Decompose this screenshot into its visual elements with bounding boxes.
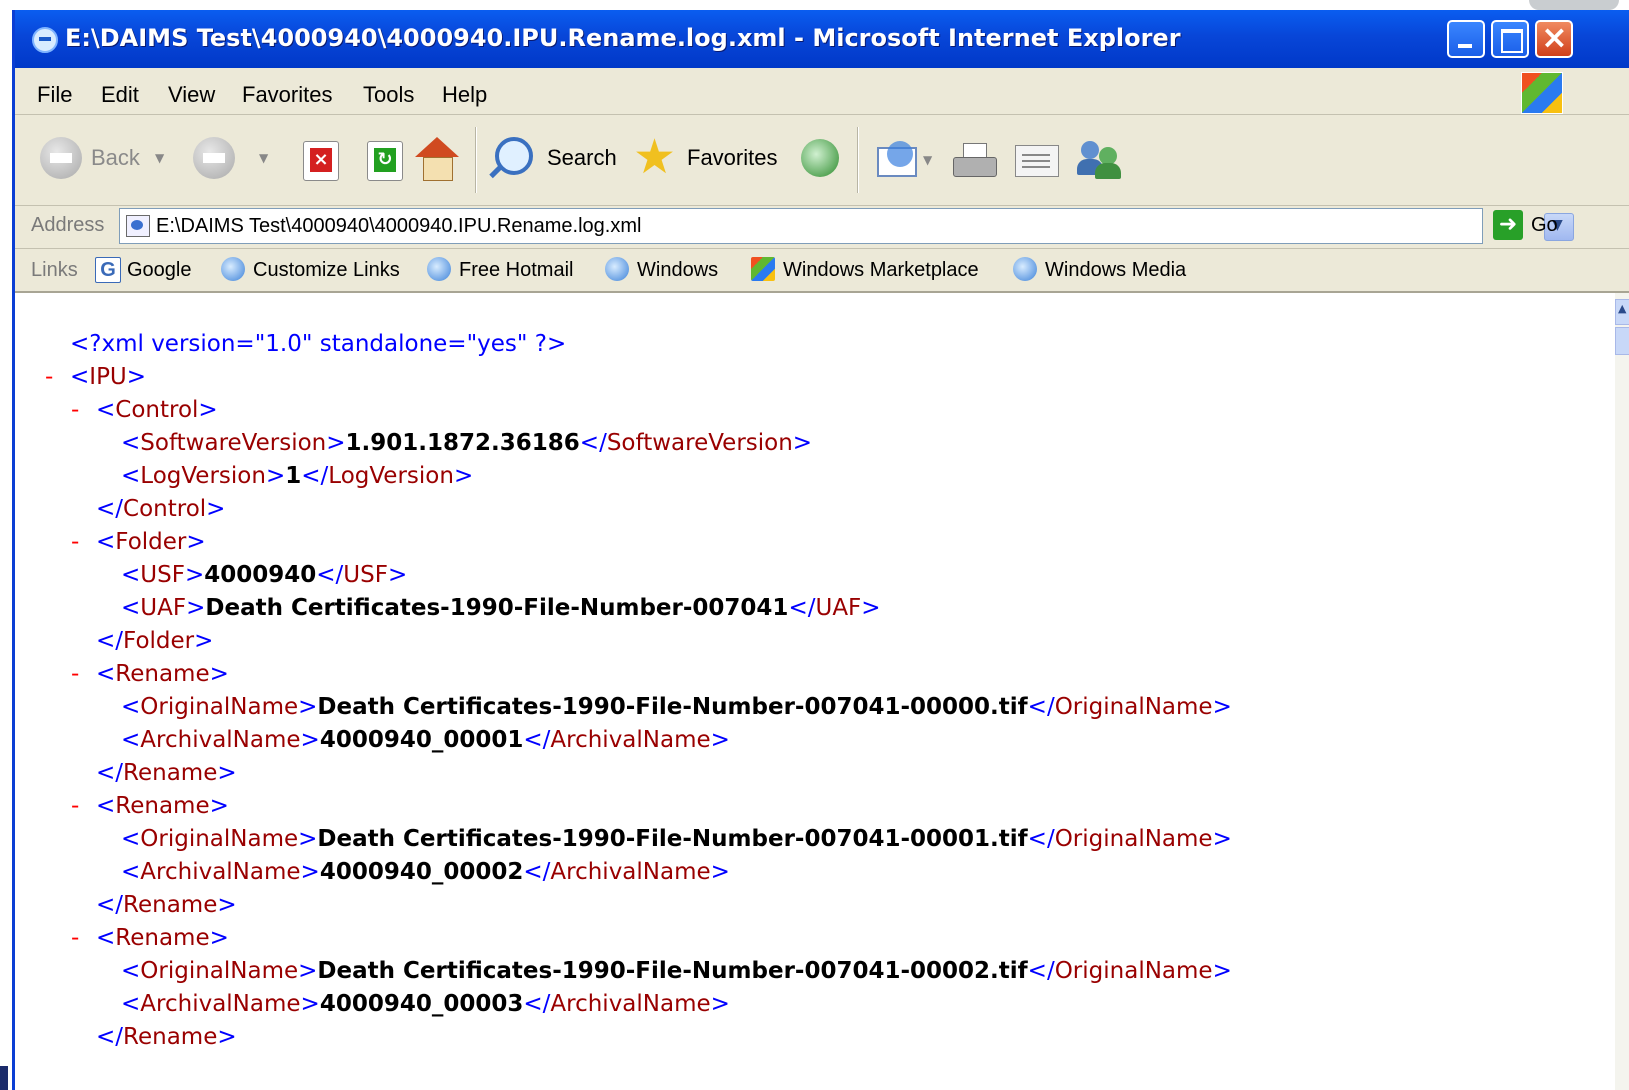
xml-open-control: <Control> — [96, 397, 218, 423]
address-value[interactable]: E:\DAIMS Test\4000940\4000940.IPU.Rename… — [156, 215, 641, 238]
link-label[interactable]: Windows Media — [1045, 259, 1186, 282]
xml-document-view: <?xml version="1.0" standalone="yes" ?> … — [15, 293, 1615, 1090]
go-button-label[interactable]: Go — [1531, 214, 1558, 237]
xml-usf: <USF>4000940</USF> — [121, 562, 408, 588]
collapse-toggle[interactable]: - — [71, 661, 79, 687]
xml-open-rename: <Rename> — [96, 661, 229, 687]
xml-archival-name: <ArchivalName>4000940_00002</ArchivalNam… — [121, 859, 730, 885]
ie-window: E:\DAIMS Test\4000940\4000940.IPU.Rename… — [12, 10, 1629, 1090]
forward-icon[interactable] — [193, 137, 235, 179]
menu-edit[interactable]: Edit — [101, 82, 139, 108]
xml-archival-name: <ArchivalName>4000940_00001</ArchivalNam… — [121, 727, 730, 753]
go-arrow-icon[interactable]: ➜ — [1493, 210, 1523, 240]
vertical-scrollbar[interactable]: ▲ — [1615, 293, 1629, 1090]
xml-original-name: <OriginalName>Death Certificates-1990-Fi… — [121, 958, 1232, 984]
menu-bar: File Edit View Favorites Tools Help — [15, 68, 1629, 115]
xml-close-rename: </Rename> — [96, 892, 237, 918]
slide-footer-mark — [0, 1066, 8, 1090]
maximize-icon — [1501, 29, 1523, 53]
xml-original-name: <OriginalName>Death Certificates-1990-Fi… — [121, 826, 1232, 852]
home-icon[interactable] — [415, 137, 459, 181]
favorites-icon[interactable]: ★ — [633, 129, 676, 185]
collapse-toggle[interactable]: - — [71, 397, 79, 423]
close-icon: × — [1541, 18, 1568, 56]
toolbar-separator — [857, 127, 859, 193]
forward-dropdown-icon[interactable]: ▼ — [259, 151, 268, 165]
ie-page-icon — [605, 257, 629, 281]
discuss-icon[interactable] — [1077, 139, 1127, 179]
address-bar: Address E:\DAIMS Test\4000940\4000940.IP… — [15, 206, 1629, 249]
menu-file[interactable]: File — [37, 82, 72, 108]
back-icon[interactable] — [40, 137, 82, 179]
xml-log-version: <LogVersion>1</LogVersion> — [121, 463, 474, 489]
toolbar-separator — [475, 127, 477, 193]
xml-archival-name: <ArchivalName>4000940_00003</ArchivalNam… — [121, 991, 730, 1017]
menu-favorites[interactable]: Favorites — [242, 82, 332, 108]
xml-uaf: <UAF>Death Certificates-1990-File-Number… — [121, 595, 881, 621]
link-label[interactable]: Customize Links — [253, 259, 400, 282]
links-label: Links — [31, 259, 78, 281]
menu-help[interactable]: Help — [442, 82, 487, 108]
scroll-thumb[interactable] — [1615, 327, 1629, 355]
xml-open-folder: <Folder> — [96, 529, 206, 555]
xml-original-name: <OriginalName>Death Certificates-1990-Fi… — [121, 694, 1232, 720]
close-button[interactable]: × — [1535, 18, 1573, 58]
ie-page-icon — [221, 257, 245, 281]
stop-icon[interactable]: × — [303, 141, 339, 181]
xml-open-ipu: <IPU> — [70, 364, 147, 390]
link-label[interactable]: Windows Marketplace — [783, 259, 979, 282]
chevron-up-icon: ▲ — [1618, 302, 1627, 315]
xml-open-rename: <Rename> — [96, 793, 229, 819]
history-icon[interactable] — [801, 139, 839, 177]
slide-decoration — [1529, 0, 1619, 10]
scroll-up-button[interactable]: ▲ — [1615, 299, 1629, 325]
back-dropdown-icon[interactable]: ▼ — [155, 151, 164, 165]
xml-close-folder: </Folder> — [96, 628, 214, 654]
minimize-icon — [1458, 44, 1472, 48]
xml-open-rename: <Rename> — [96, 925, 229, 951]
ie-page-icon — [427, 257, 451, 281]
xml-declaration: <?xml version="1.0" standalone="yes" ?> — [70, 331, 567, 357]
xml-software-version: <SoftwareVersion>1.901.1872.36186</Softw… — [121, 430, 813, 456]
xml-close-control: </Control> — [96, 496, 226, 522]
maximize-button[interactable] — [1491, 20, 1529, 58]
window-title: E:\DAIMS Test\4000940\4000940.IPU.Rename… — [65, 24, 1181, 52]
collapse-toggle[interactable]: - — [71, 529, 79, 555]
minimize-button[interactable] — [1447, 20, 1485, 58]
links-bar: Links G Google Customize Links Free Hotm… — [15, 249, 1629, 293]
mail-dropdown-icon[interactable]: ▼ — [923, 153, 932, 167]
favorites-button-label[interactable]: Favorites — [687, 145, 777, 171]
link-label[interactable]: Windows — [637, 259, 718, 282]
page-icon — [126, 215, 150, 237]
address-label: Address — [31, 214, 105, 236]
toolbar: Back ▼ ▼ × ↻ Search ★ Favorites ▼ — [15, 115, 1629, 206]
collapse-toggle[interactable]: - — [71, 793, 79, 819]
link-label[interactable]: Google — [127, 259, 192, 282]
title-bar[interactable]: E:\DAIMS Test\4000940\4000940.IPU.Rename… — [15, 10, 1629, 68]
mail-icon[interactable] — [877, 141, 917, 177]
back-button-label[interactable]: Back — [91, 145, 140, 171]
edit-icon[interactable] — [1015, 145, 1059, 177]
address-input[interactable]: E:\DAIMS Test\4000940\4000940.IPU.Rename… — [119, 208, 1574, 244]
print-icon[interactable] — [953, 143, 997, 177]
refresh-icon[interactable]: ↻ — [367, 141, 403, 181]
collapse-toggle[interactable]: - — [45, 364, 53, 390]
windows-logo-icon — [1521, 72, 1563, 114]
menu-tools[interactable]: Tools — [363, 82, 414, 108]
link-label[interactable]: Free Hotmail — [459, 259, 573, 282]
windows-logo-icon — [751, 257, 775, 281]
search-button-label[interactable]: Search — [547, 145, 617, 171]
collapse-toggle[interactable]: - — [71, 925, 79, 951]
xml-close-rename: </Rename> — [96, 1024, 237, 1050]
menu-view[interactable]: View — [168, 82, 215, 108]
xml-close-rename: </Rename> — [96, 760, 237, 786]
ie-page-icon — [1013, 257, 1037, 281]
google-icon: G — [95, 257, 121, 283]
search-icon[interactable] — [495, 137, 533, 175]
ie-icon — [32, 27, 58, 53]
